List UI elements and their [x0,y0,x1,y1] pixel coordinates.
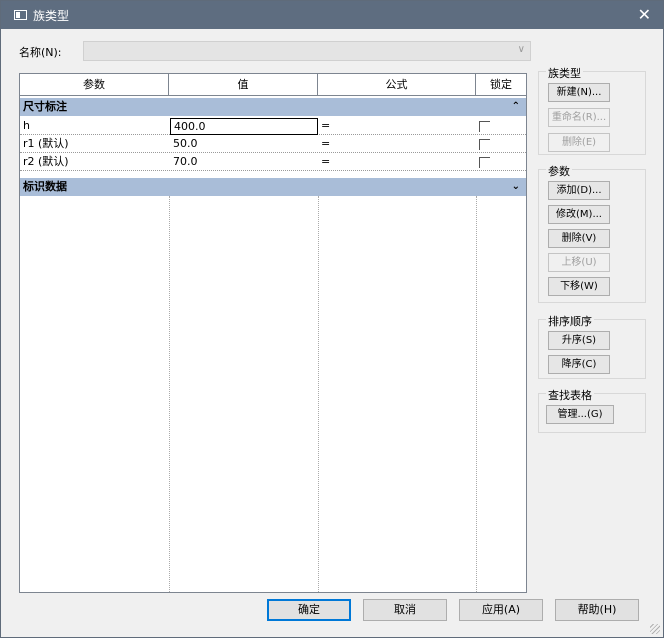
sort-ascending-button[interactable]: 升序(S) [548,331,610,350]
group-label: 标识数据 [23,180,67,193]
table-row: h 400.0 = [20,118,526,135]
param-value[interactable]: 50.0 [170,136,318,153]
ok-button[interactable]: 确定 [267,599,351,621]
group-identity-data[interactable]: 标识数据 ⌄ [20,178,526,196]
column-header-value[interactable]: 值 [169,74,318,96]
table-row: r2 (默认) 70.0 = [20,154,526,171]
column-divider [169,196,170,592]
param-formula[interactable]: = [318,154,476,171]
type-name-dropdown[interactable]: ∨ [83,41,531,61]
parameters-grid: 参数 值 公式 锁定 尺寸标注 ⌃ h 400.0 = r1 (默认) 50.0… [19,73,527,593]
column-header-lock[interactable]: 锁定 [476,74,526,96]
manage-lookup-button[interactable]: 管理...(G) [546,405,614,424]
rename-type-button[interactable]: 重命名(R)... [548,108,610,127]
move-up-button[interactable]: 上移(U) [548,253,610,272]
param-name: r2 (默认) [23,155,69,168]
close-icon[interactable]: ✕ [638,5,651,24]
param-value[interactable]: 400.0 [170,118,318,135]
add-parameter-button[interactable]: 添加(D)... [548,181,610,200]
apply-button[interactable]: 应用(A) [459,599,543,621]
column-header-parameter[interactable]: 参数 [20,74,169,96]
group-label: 尺寸标注 [23,100,67,113]
param-name: h [23,119,30,132]
cancel-button[interactable]: 取消 [363,599,447,621]
window-icon [14,10,27,20]
grid-header: 参数 值 公式 锁定 [20,74,526,96]
modify-parameter-button[interactable]: 修改(M)... [548,205,610,224]
table-row: r1 (默认) 50.0 = [20,136,526,153]
resize-grip-icon[interactable] [650,624,660,634]
group-dimensions[interactable]: 尺寸标注 ⌃ [20,98,526,116]
delete-parameter-button[interactable]: 删除(V) [548,229,610,248]
family-types-caption: 族类型 [546,65,583,81]
name-label: 名称(N): [19,46,62,59]
help-button[interactable]: 帮助(H) [555,599,639,621]
delete-type-button[interactable]: 删除(E) [548,133,610,152]
expand-icon[interactable]: ⌄ [512,178,520,196]
window-title: 族类型 [33,9,70,23]
column-divider [476,196,477,592]
parameters-caption: 参数 [546,163,572,179]
param-formula[interactable]: = [318,118,476,135]
column-header-formula[interactable]: 公式 [318,74,476,96]
collapse-icon[interactable]: ⌃ [512,98,520,116]
title-bar: 族类型 ✕ [1,1,663,29]
column-divider [318,196,319,592]
move-down-button[interactable]: 下移(W) [548,277,610,296]
chevron-down-icon: ∨ [517,44,525,55]
lock-checkbox[interactable] [479,157,490,168]
family-types-dialog: 族类型 ✕ 名称(N): ∨ 参数 值 公式 锁定 尺寸标注 ⌃ h 400.0… [0,0,664,638]
new-type-button[interactable]: 新建(N)... [548,83,610,102]
lock-checkbox[interactable] [479,121,490,132]
param-value[interactable]: 70.0 [170,154,318,171]
sort-descending-button[interactable]: 降序(C) [548,355,610,374]
lock-checkbox[interactable] [479,139,490,150]
param-formula[interactable]: = [318,136,476,153]
param-name: r1 (默认) [23,137,69,150]
sort-order-caption: 排序顺序 [546,313,594,329]
lookup-tables-caption: 查找表格 [546,387,594,403]
